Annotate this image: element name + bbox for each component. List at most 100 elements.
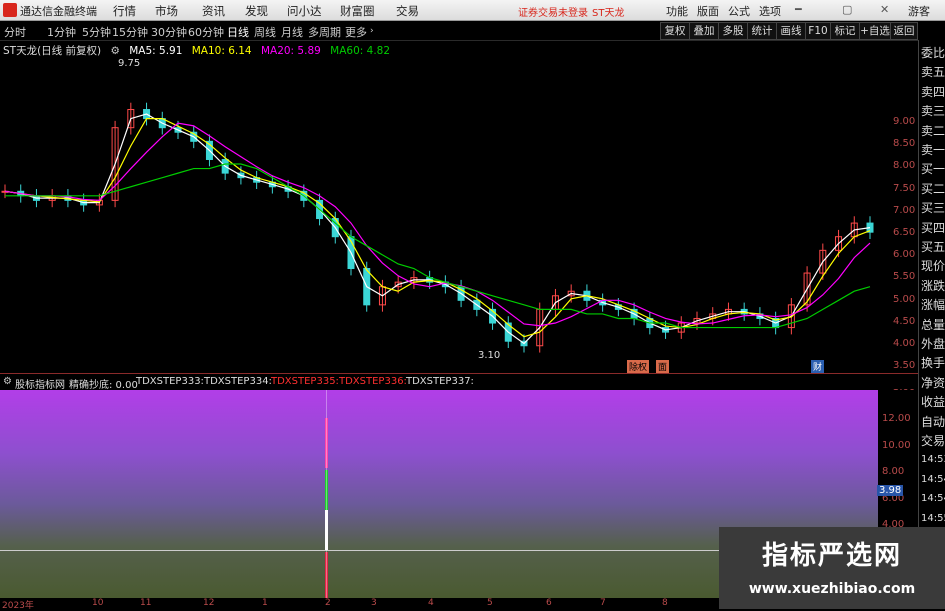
side-panel-label: 买三 bbox=[921, 201, 945, 216]
period-30min[interactable]: 30分钟 bbox=[151, 24, 187, 40]
side-panel-label: 买四 bbox=[921, 220, 945, 235]
period-toolbar: 分时 1分钟 5分钟 15分钟 30分钟 60分钟 日线 周线 月线 多周期 更… bbox=[0, 21, 945, 41]
menu-item-discover[interactable]: 发现 bbox=[245, 3, 268, 19]
quote-side-panel: 委比 卖五 卖四 卖三 卖二 卖一 买一 买二 买三 买四 买五 现价 涨跌 涨幅 总量 外盘 换手 净资 收益 自动… bbox=[918, 40, 945, 609]
side-panel-label: 净资 bbox=[921, 375, 945, 390]
indicator-tick: 12.00 bbox=[882, 413, 911, 424]
minimize-icon[interactable]: ━ bbox=[795, 3, 802, 16]
price-tick: 4.00 bbox=[893, 338, 916, 349]
side-panel-label: 卖一 bbox=[921, 143, 945, 157]
x-tick: 2 bbox=[325, 598, 331, 608]
period-multi[interactable]: 多周期 bbox=[308, 24, 341, 40]
side-panel-label: 卖五 bbox=[921, 65, 945, 80]
back-button[interactable]: 返回 bbox=[890, 22, 918, 40]
period-intraday[interactable]: 分时 bbox=[4, 24, 26, 40]
draw-button[interactable]: 画线 bbox=[776, 22, 806, 40]
period-daily[interactable]: 日线 bbox=[227, 24, 249, 40]
side-panel-label: 换手 bbox=[921, 356, 945, 371]
high-label: 9.75 bbox=[118, 58, 141, 69]
period-1min[interactable]: 1分钟 bbox=[47, 24, 76, 40]
x-tick: 10 bbox=[92, 598, 104, 608]
side-panel-label: 14:54 bbox=[921, 493, 945, 505]
side-panel-label: 14:55 bbox=[921, 512, 945, 524]
stats-button[interactable]: 统计 bbox=[747, 22, 777, 40]
indicator-tick: 10.00 bbox=[882, 439, 911, 451]
ex-right-tag[interactable]: 除权 bbox=[627, 360, 650, 373]
cursor-line bbox=[326, 390, 327, 598]
guest-label[interactable]: 游客 bbox=[908, 3, 930, 19]
multi-stock-button[interactable]: 多股 bbox=[718, 22, 748, 40]
x-tick: 1 bbox=[262, 598, 268, 608]
stock-name: ST天龙 bbox=[592, 8, 625, 19]
indicator-name[interactable]: 股标指标网 bbox=[15, 376, 65, 391]
menu-formula[interactable]: 公式 bbox=[728, 3, 750, 19]
side-panel-label: 交易 bbox=[921, 434, 945, 448]
indicator-bar: ⚙ 股标指标网 精确抄底: 0.00 TDXSTEP333: TDXSTEP33… bbox=[0, 374, 918, 391]
menu-item-quotes[interactable]: 行情 bbox=[113, 3, 136, 19]
side-panel-label: 14:54 bbox=[921, 473, 945, 485]
price-tick: 7.50 bbox=[893, 182, 916, 194]
menu-item-news[interactable]: 资讯 bbox=[202, 3, 225, 19]
menu-function[interactable]: 功能 bbox=[666, 3, 688, 19]
notice-tag[interactable]: 面 bbox=[656, 360, 670, 373]
ma20-line bbox=[4, 122, 871, 327]
x-tick: 12 bbox=[203, 598, 215, 608]
low-label: 3.10 bbox=[478, 350, 501, 361]
price-chart[interactable] bbox=[0, 55, 880, 373]
f10-button[interactable]: F10 bbox=[805, 22, 831, 40]
x-tick: 2023年 bbox=[2, 601, 34, 611]
price-tick: 8.50 bbox=[893, 138, 916, 150]
period-monthly[interactable]: 月线 bbox=[281, 24, 303, 40]
restore-icon[interactable]: ▢ bbox=[842, 3, 852, 16]
period-weekly[interactable]: 周线 bbox=[254, 24, 276, 40]
overlay-button[interactable]: 叠加 bbox=[689, 22, 719, 40]
step335-label: TDXSTEP335: bbox=[271, 376, 339, 387]
finance-tag[interactable]: 财 bbox=[811, 360, 825, 373]
ma60-line bbox=[5, 163, 871, 329]
close-icon[interactable]: ✕ bbox=[880, 3, 889, 16]
x-tick: 8 bbox=[662, 598, 668, 608]
side-panel-label: 买五 bbox=[921, 240, 945, 254]
side-panel-label: 收益 bbox=[921, 395, 945, 410]
period-5min[interactable]: 5分钟 bbox=[82, 24, 111, 40]
menu-layout[interactable]: 版面 bbox=[697, 3, 719, 19]
side-panel-label: 买二 bbox=[921, 181, 945, 196]
side-panel-label: 涨幅 bbox=[921, 298, 945, 313]
side-panel-label: 14:53 bbox=[921, 454, 945, 466]
side-panel-label: 卖四 bbox=[921, 84, 945, 99]
mark-button[interactable]: 标记 bbox=[830, 22, 860, 40]
price-tick: 5.00 bbox=[893, 293, 916, 305]
side-panel-label: 现价 bbox=[921, 259, 945, 274]
app-logo-icon bbox=[3, 3, 17, 17]
x-tick: 11 bbox=[140, 598, 152, 608]
indicator-value: 精确抄底: 0.00 bbox=[69, 380, 138, 391]
price-tick: 6.00 bbox=[893, 249, 916, 261]
side-panel-label: 委比 bbox=[921, 46, 945, 60]
price-tick: 9.00 bbox=[893, 116, 916, 127]
add-watchlist-button[interactable]: +自选 bbox=[859, 22, 891, 40]
adjust-button[interactable]: 复权 bbox=[660, 22, 690, 40]
x-tick: 7 bbox=[600, 598, 606, 608]
app-name: 通达信金融终端 bbox=[20, 5, 97, 18]
period-15min[interactable]: 15分钟 bbox=[112, 24, 148, 40]
menu-item-wealth[interactable]: 财富圈 bbox=[340, 3, 375, 19]
x-tick: 3 bbox=[371, 598, 377, 608]
price-tick: 3.50 bbox=[893, 360, 916, 372]
watermark: 指标严选网 www.xuezhibiao.com bbox=[719, 527, 945, 609]
watermark-title: 指标严选网 bbox=[761, 541, 902, 571]
menu-options[interactable]: 选项 bbox=[759, 3, 781, 19]
period-more[interactable]: 更多 bbox=[345, 24, 367, 40]
step333-label: TDXSTEP333: bbox=[136, 376, 204, 387]
menu-item-wenxiaoda[interactable]: 问小达 bbox=[287, 3, 322, 19]
menu-item-trade[interactable]: 交易 bbox=[396, 3, 419, 19]
chevron-right-icon[interactable]: › bbox=[370, 26, 374, 36]
step334-label: TDXSTEP334: bbox=[204, 376, 272, 387]
x-tick: 6 bbox=[546, 598, 552, 608]
price-tick: 8.00 bbox=[893, 160, 916, 172]
menu-item-market[interactable]: 市场 bbox=[155, 3, 178, 19]
side-panel-label: 买一 bbox=[921, 162, 945, 177]
indicator-settings-icon[interactable]: ⚙ bbox=[3, 376, 12, 387]
period-60min[interactable]: 60分钟 bbox=[188, 24, 224, 40]
ma5-line bbox=[4, 113, 871, 345]
watermark-url: www.xuezhibiao.com bbox=[748, 581, 916, 597]
